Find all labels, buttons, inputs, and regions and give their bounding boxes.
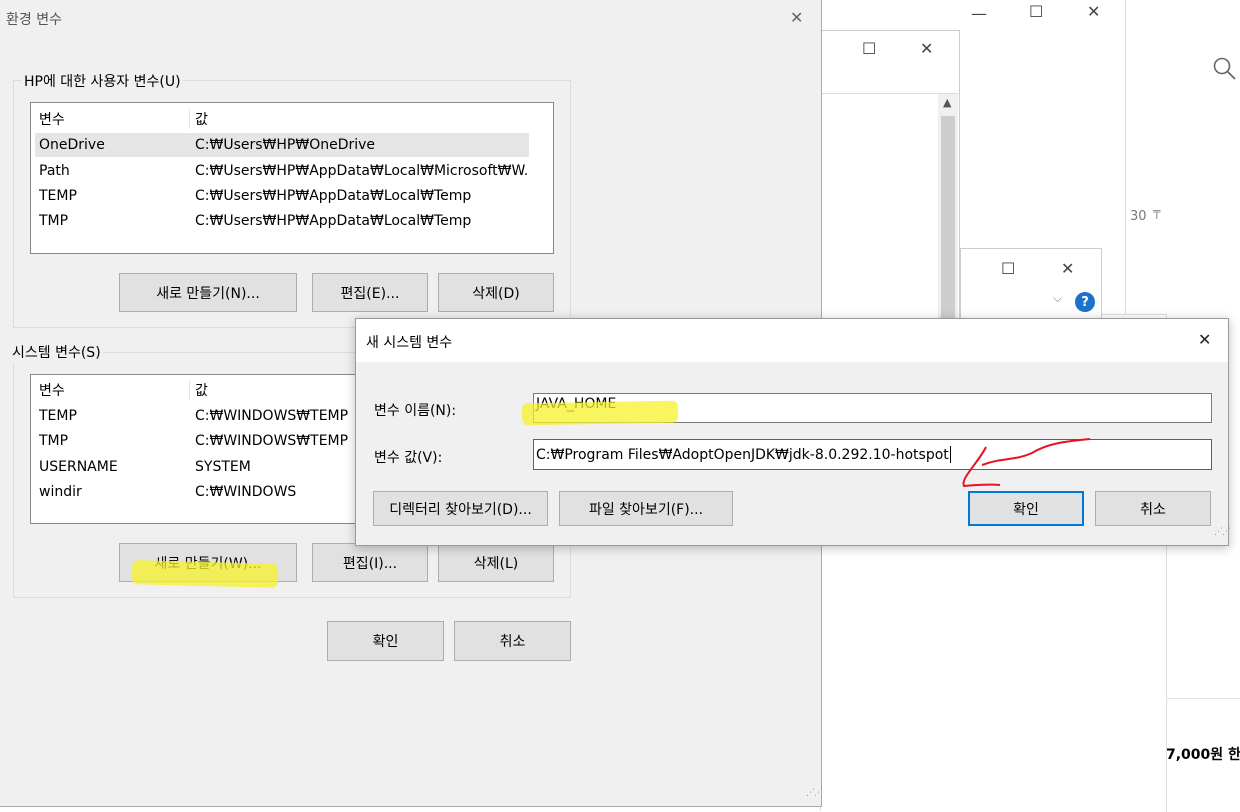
pin-icon: ₸	[1153, 208, 1161, 222]
pin-count: 30	[1130, 209, 1147, 224]
search-icon[interactable]	[1212, 56, 1238, 82]
list-header[interactable]: 변수 값	[35, 107, 529, 131]
chevron-down-icon[interactable]: ⌵	[1053, 291, 1062, 306]
highlighter-mark	[521, 400, 679, 426]
table-row[interactable]: TEMP C:₩Users₩HP₩AppData₩Local₩Temp	[35, 184, 529, 208]
close-icon[interactable]: ✕	[1087, 4, 1100, 20]
background-window-explorer: ☐ ✕ ▲	[820, 30, 960, 321]
variable-name: TMP	[39, 213, 69, 229]
system-delete-button[interactable]: 삭제(L)	[438, 543, 554, 582]
close-icon[interactable]: ✕	[1061, 261, 1074, 277]
variable-name: windir	[39, 484, 82, 500]
ok-button[interactable]: 확인	[327, 621, 444, 661]
highlighter-mark	[131, 560, 279, 588]
maximize-icon[interactable]: ☐	[1029, 4, 1043, 20]
variable-value-label: 변수 값(V):	[374, 450, 443, 466]
variable-name: TMP	[39, 433, 69, 449]
ok-button[interactable]: 확인	[968, 491, 1084, 526]
browse-directory-button[interactable]: 디렉터리 찾아보기(D)...	[373, 491, 548, 526]
close-icon[interactable]: ✕	[790, 10, 803, 26]
background-window-settings: ☐ ✕ ⌵ ?	[960, 248, 1102, 320]
maximize-icon[interactable]: ☐	[862, 41, 876, 57]
user-delete-button[interactable]: 삭제(D)	[438, 273, 554, 312]
vertical-scrollbar[interactable]: ▲	[938, 94, 958, 321]
variable-value-text: C:₩Program Files₩AdoptOpenJDK₩jdk-8.0.29…	[536, 446, 949, 463]
variable-value: C:₩Users₩HP₩OneDrive	[195, 137, 376, 153]
variable-value: C:₩Users₩HP₩AppData₩Local₩Temp	[195, 213, 472, 229]
browse-file-button[interactable]: 파일 찾아보기(F)...	[559, 491, 733, 526]
new-system-variable-dialog: 새 시스템 변수 ✕ 변수 이름(N): JAVA_HOME 변수 값(V): …	[355, 318, 1231, 546]
variable-name: TEMP	[39, 188, 77, 204]
user-edit-button[interactable]: 편집(E)...	[312, 273, 428, 312]
table-row[interactable]: Path C:₩Users₩HP₩AppData₩Local₩Microsoft…	[35, 159, 529, 183]
dialog-title: 새 시스템 변수	[366, 335, 453, 351]
maximize-icon[interactable]: ☐	[1001, 261, 1015, 277]
resize-grip-icon[interactable]: ⋰⋰	[806, 789, 823, 802]
column-header-value[interactable]: 값	[190, 109, 529, 129]
variable-value: C:₩Users₩HP₩AppData₩Local₩Temp	[195, 188, 472, 204]
cancel-button[interactable]: 취소	[1095, 491, 1211, 526]
user-variables-list[interactable]: 변수 값 OneDrive C:₩Users₩HP₩OneDrive Path …	[30, 102, 554, 254]
variable-name: OneDrive	[39, 137, 105, 153]
close-icon[interactable]: ✕	[920, 41, 933, 57]
close-icon[interactable]: ✕	[1198, 332, 1211, 348]
user-new-button[interactable]: 새로 만들기(N)...	[119, 273, 297, 312]
minimize-icon[interactable]: —	[971, 6, 987, 22]
scroll-up-icon[interactable]: ▲	[943, 96, 951, 109]
system-variables-title: 시스템 변수(S)	[10, 342, 103, 362]
variable-value-field[interactable]: C:₩Program Files₩AdoptOpenJDK₩jdk-8.0.29…	[533, 439, 1212, 470]
variable-name: Path	[39, 163, 70, 179]
scroll-thumb[interactable]	[941, 116, 955, 321]
system-edit-button[interactable]: 편집(I)...	[312, 543, 428, 582]
table-row[interactable]: OneDrive C:₩Users₩HP₩OneDrive	[35, 133, 529, 157]
variable-name: USERNAME	[39, 459, 118, 475]
content-divider	[1166, 698, 1240, 699]
text-cursor	[949, 446, 951, 463]
price-text: 7,000원 한	[1166, 747, 1240, 763]
variable-name: TEMP	[39, 408, 77, 424]
annotation-scribble	[962, 438, 1091, 488]
user-variables-title: HP에 대한 사용자 변수(U)	[22, 71, 183, 91]
column-header-variable[interactable]: 변수	[35, 109, 190, 129]
table-row[interactable]: TMP C:₩Users₩HP₩AppData₩Local₩Temp	[35, 209, 529, 233]
help-icon[interactable]: ?	[1075, 292, 1095, 312]
resize-grip-icon[interactable]: ⋰⋰	[1214, 528, 1231, 541]
dialog-title: 환경 변수	[6, 12, 62, 28]
column-header-variable[interactable]: 변수	[35, 380, 190, 400]
dialog-titlebar	[356, 319, 1228, 362]
variable-name-label: 변수 이름(N):	[374, 403, 457, 419]
variable-value: C:₩Users₩HP₩AppData₩Local₩Microsoft₩W...	[195, 163, 529, 179]
cancel-button[interactable]: 취소	[454, 621, 571, 661]
